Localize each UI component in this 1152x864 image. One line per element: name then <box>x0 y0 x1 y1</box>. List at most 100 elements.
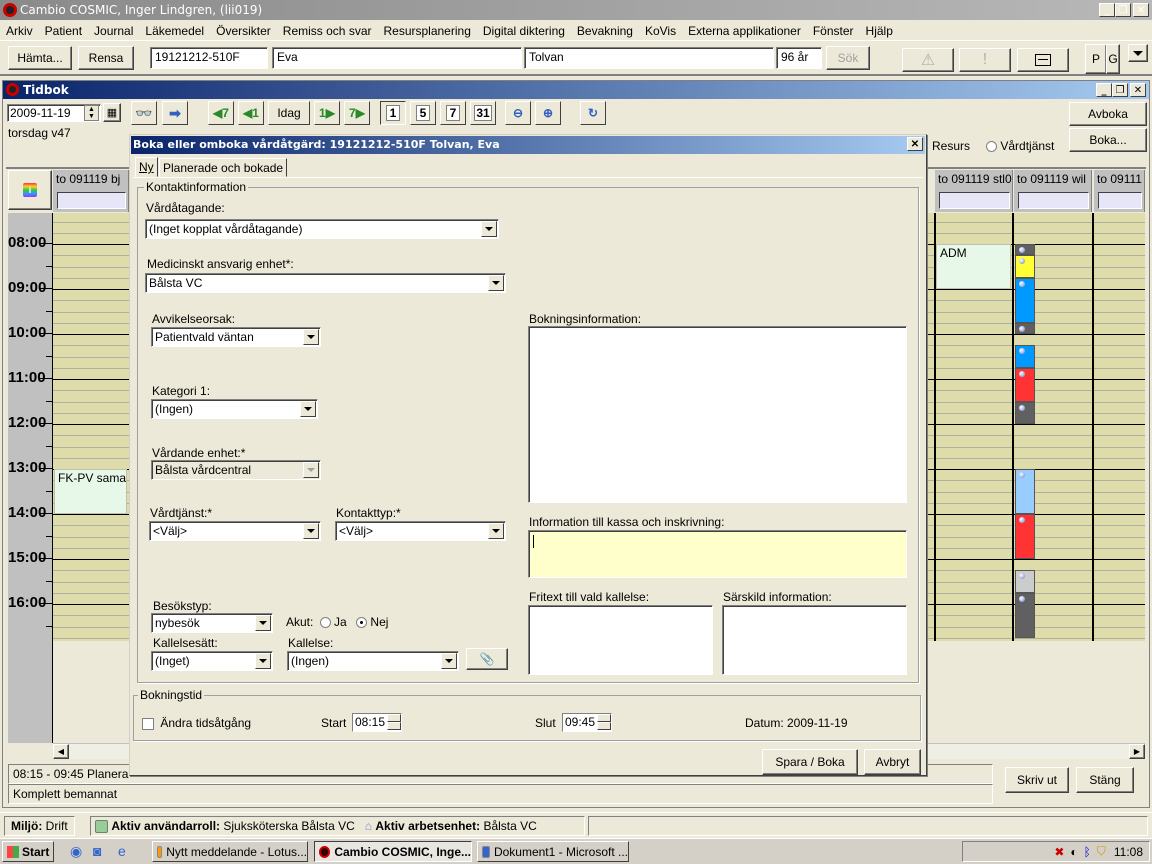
quicklaunch-ie-icon[interactable]: e <box>118 843 126 859</box>
taskbar-item[interactable]: Cambio COSMIC, Inge... <box>314 841 472 862</box>
time-slot[interactable] <box>1015 592 1035 638</box>
booking-info-textarea[interactable] <box>528 326 907 503</box>
g-tab[interactable]: G <box>1106 44 1120 74</box>
acute-no-radio[interactable] <box>356 617 368 629</box>
time-slot[interactable] <box>1015 255 1035 278</box>
taskbar-item[interactable]: Nytt meddelande - Lotus... <box>152 841 308 862</box>
tidbok-close-button[interactable]: ✕ <box>1130 83 1146 97</box>
tab-planerade-och-bokade[interactable]: Planerade och bokade <box>159 158 288 177</box>
view-7-day-button[interactable]: 7 <box>440 101 466 125</box>
care-service-select[interactable]: <Välj> <box>149 521 321 541</box>
security-shield-icon[interactable]: ⛉ <box>1097 844 1106 859</box>
calendar-event[interactable]: FK-PV samar <box>54 469 127 514</box>
view-5-day-button[interactable]: 5 <box>410 101 436 125</box>
scroll-left-button[interactable]: ◀ <box>53 744 69 759</box>
calendar-event[interactable]: ADM <box>936 244 1011 289</box>
date-spinner[interactable]: ▲ ▼ <box>84 105 99 121</box>
scroll-right-button[interactable]: ▶ <box>1129 744 1145 759</box>
menu-item-arkiv[interactable]: Arkiv <box>6 24 33 38</box>
time-slot[interactable] <box>1015 570 1035 593</box>
calendar-button[interactable]: ▦ <box>103 103 121 122</box>
dropdown-toggle-button[interactable] <box>1128 44 1148 62</box>
resource-radio-label[interactable]: Resurs <box>932 139 970 153</box>
cashier-info-textarea[interactable] <box>528 530 907 578</box>
start-button[interactable]: Start <box>2 841 54 862</box>
tab-ny[interactable]: Ny <box>135 157 158 177</box>
visit-type-select[interactable]: nybesök <box>151 613 273 633</box>
zoom-in-button[interactable]: ⊕ <box>535 101 561 125</box>
refresh-button[interactable]: ↻ <box>580 101 606 125</box>
info-legend-button[interactable]: i <box>8 170 52 210</box>
close-tidbok-button[interactable]: Stäng <box>1076 767 1134 793</box>
p-tab[interactable]: P <box>1085 44 1107 74</box>
tidbok-restore-button[interactable]: ❐ <box>1112 83 1128 97</box>
column-filter-field[interactable] <box>1018 192 1089 209</box>
find-button[interactable]: 👓 <box>131 101 157 125</box>
acute-yes-radio[interactable] <box>319 617 331 629</box>
time-slot[interactable] <box>1015 401 1035 424</box>
bluetooth-icon[interactable]: ᛒ <box>1084 845 1091 859</box>
today-button[interactable]: Idag <box>268 101 310 125</box>
alert-button[interactable]: ! <box>959 48 1011 72</box>
start-time-spinner[interactable]: 08:15 <box>352 713 402 732</box>
category-select[interactable]: (Ingen) <box>151 399 318 419</box>
column-filter-field[interactable] <box>57 192 126 209</box>
attach-button[interactable]: 📎 <box>466 648 508 670</box>
menu-item-översikter[interactable]: Översikter <box>216 24 271 38</box>
time-slot[interactable] <box>1015 469 1035 514</box>
network-icon[interactable]: ✖ <box>1054 845 1064 859</box>
personal-number-field[interactable]: 19121212-510F <box>150 47 268 69</box>
time-slot[interactable] <box>1015 322 1035 334</box>
menu-item-kovis[interactable]: KoVis <box>645 24 676 38</box>
search-button[interactable]: Sök <box>826 46 870 70</box>
dialog-close-button[interactable]: ✕ <box>907 137 923 151</box>
time-slot[interactable] <box>1015 367 1035 402</box>
deviation-select[interactable]: Patientvald väntan <box>151 327 321 347</box>
back-day-button[interactable]: ◀1 <box>238 101 264 125</box>
column-header[interactable]: to 091119 bj <box>53 170 129 212</box>
care-service-radio-button[interactable] <box>986 141 997 153</box>
time-slot[interactable] <box>1015 277 1035 323</box>
menu-item-digital-diktering[interactable]: Digital diktering <box>483 24 565 38</box>
column-filter-field[interactable] <box>1098 192 1142 209</box>
menu-item-patient[interactable]: Patient <box>45 24 82 38</box>
forward-week-button[interactable]: 7▶ <box>344 101 370 125</box>
view-1-day-button[interactable]: 1 <box>380 101 406 125</box>
time-slot[interactable] <box>1015 514 1035 559</box>
back-week-button[interactable]: ◀7 <box>208 101 234 125</box>
fetch-patient-button[interactable]: Hämta... <box>8 46 72 70</box>
contact-type-select[interactable]: <Välj> <box>335 521 506 541</box>
close-button[interactable]: ✕ <box>1133 3 1149 17</box>
menu-item-läkemedel[interactable]: Läkemedel <box>145 24 204 38</box>
menu-item-fönster[interactable]: Fönster <box>813 24 854 38</box>
forward-day-button[interactable]: 1▶ <box>314 101 340 125</box>
cancel-dialog-button[interactable]: Avbryt <box>864 749 921 775</box>
panel-button[interactable] <box>1017 48 1069 72</box>
last-name-field[interactable]: Tolvan <box>524 47 774 69</box>
taskbar-item[interactable]: Dokument1 - Microsoft ... <box>477 841 629 862</box>
end-time-spinner[interactable]: 09:45 <box>562 713 612 732</box>
menu-item-resursplanering[interactable]: Resursplanering <box>383 24 470 38</box>
column-filter-field[interactable] <box>939 192 1010 209</box>
column-header[interactable]: to 091119 stl0 <box>935 170 1013 212</box>
quicklaunch-outlook-icon[interactable]: ◙ <box>93 843 101 859</box>
menu-item-journal[interactable]: Journal <box>94 24 133 38</box>
restore-button[interactable]: ❐ <box>1115 3 1131 17</box>
clear-button[interactable]: Rensa <box>78 46 134 70</box>
book-button[interactable]: Boka... <box>1069 128 1147 152</box>
special-info-textarea[interactable] <box>722 605 907 675</box>
care-commitment-select[interactable]: (Inget kopplat vårdåtagande) <box>145 219 499 239</box>
goto-button[interactable]: ➡ <box>162 101 188 125</box>
care-service-radio[interactable]: Vårdtjänst <box>986 139 1054 153</box>
view-31-day-button[interactable]: 31 <box>470 101 496 125</box>
summons-select[interactable]: (Ingen) <box>287 651 459 671</box>
menu-item-hjälp[interactable]: Hjälp <box>866 24 893 38</box>
print-button[interactable]: Skriv ut <box>1005 767 1069 793</box>
cancel-booking-button[interactable]: Avboka <box>1069 102 1147 126</box>
volume-icon[interactable]: ◐ <box>1070 845 1077 859</box>
time-slot[interactable] <box>1015 244 1035 256</box>
column-header[interactable]: to 09111 <box>1094 170 1145 212</box>
warning-button[interactable]: ⚠ <box>902 48 954 72</box>
column-header[interactable]: to 091119 wil <box>1014 170 1092 212</box>
time-slot[interactable] <box>1015 345 1035 368</box>
